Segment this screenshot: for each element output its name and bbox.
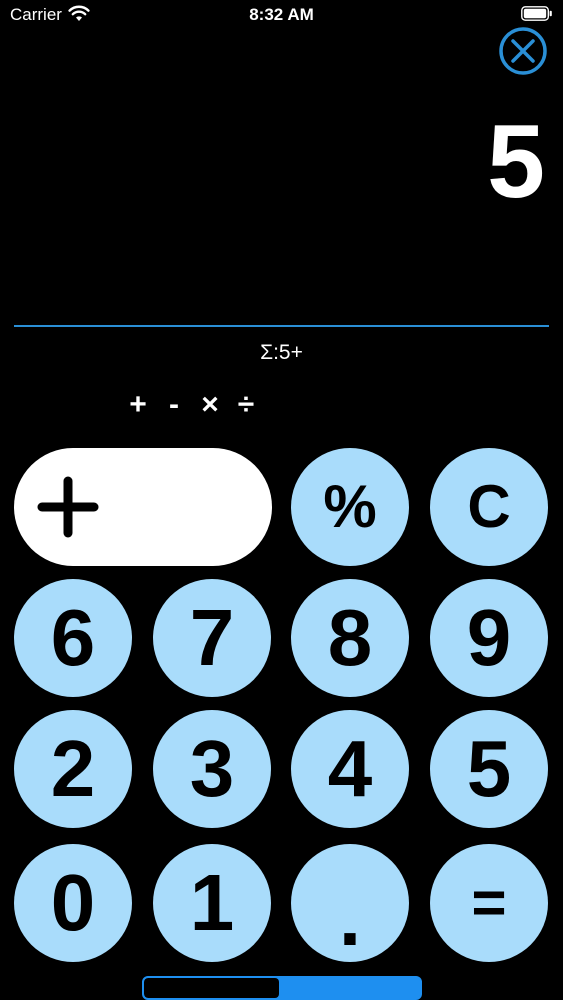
digit-0-button[interactable]: 0 (14, 844, 132, 962)
digit-1-button[interactable]: 1 (153, 844, 271, 962)
operator-minus: - (169, 388, 179, 421)
clear-button[interactable]: C (430, 448, 548, 566)
percent-button[interactable]: % (291, 448, 409, 566)
calculator-screen: Carrier 8:32 AM 5 Σ:5+ + - × ÷ % C 6 7 8… (0, 0, 563, 1000)
status-time: 8:32 AM (249, 5, 314, 24)
operator-divide: ÷ (237, 388, 255, 421)
digit-8-button[interactable]: 8 (291, 579, 409, 697)
decimal-button[interactable]: . (291, 844, 409, 962)
digit-2-button[interactable]: 2 (14, 710, 132, 828)
equals-button[interactable]: = (430, 844, 548, 962)
close-icon[interactable] (498, 26, 548, 76)
digit-5-button[interactable]: 5 (430, 710, 548, 828)
expression-label: Σ:5+ (260, 341, 303, 364)
digit-3-button[interactable]: 3 (153, 710, 271, 828)
status-bar: Carrier 8:32 AM (0, 0, 563, 30)
digit-7-button[interactable]: 7 (153, 579, 271, 697)
operator-button[interactable] (14, 448, 272, 566)
plus-icon (37, 476, 99, 538)
result-display: 5 (487, 104, 545, 220)
digit-6-button[interactable]: 6 (14, 579, 132, 697)
battery-icon (521, 6, 552, 21)
operator-plus: + (129, 388, 147, 421)
display-divider (14, 325, 549, 327)
progress-fill (144, 978, 280, 998)
digit-4-button[interactable]: 4 (291, 710, 409, 828)
progress-bar (142, 976, 422, 1000)
operator-list: + - × ÷ (127, 388, 257, 422)
operator-multiply: × (201, 388, 219, 421)
digit-9-button[interactable]: 9 (430, 579, 548, 697)
